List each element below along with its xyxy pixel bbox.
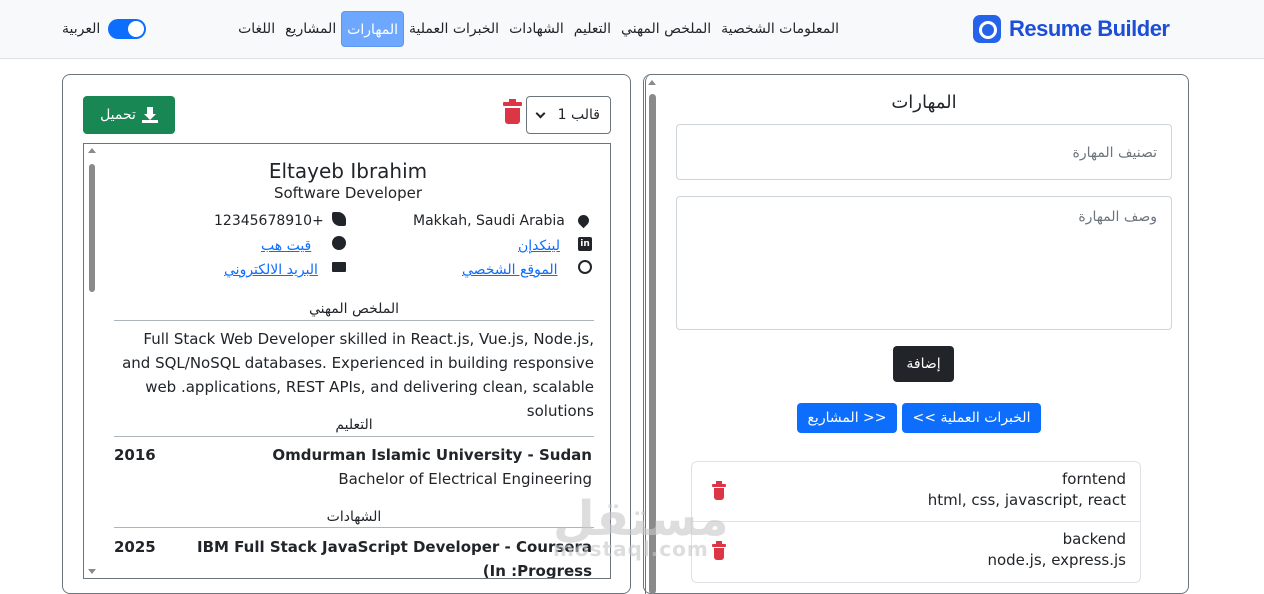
brand-name: Resume Builder [1009,16,1170,41]
resume-document[interactable]: Eltayeb Ibrahim Software Developer Makka… [83,143,611,579]
next-section-button[interactable]: المشاريع >> [797,403,897,433]
nav-projects[interactable]: المشاريع [280,11,341,47]
scroll-up-arrow-icon[interactable] [88,148,96,153]
education-divider [114,436,594,437]
resume-preview-panel: تحميل قالب 1 Eltayeb Ibrahim Software De… [62,74,631,594]
education-section-title: التعليم [335,417,373,433]
nav-languages[interactable]: اللغات [233,11,280,47]
linkedin-icon: in [578,237,592,251]
location-pin-icon [575,212,592,229]
page-scroll-up-icon[interactable] [648,80,656,85]
resume-scrollbar[interactable] [86,148,96,578]
watermark-latin: mostaql.com [553,537,709,561]
resume-email-link[interactable]: البريد الالكتروني [224,262,318,278]
education-degree: Bachelor of Electrical Engineering [338,470,592,488]
skill-desc: node.js, express.js [987,551,1126,569]
skill-name: backend [1062,530,1126,548]
skill-name: forntend [1061,470,1126,488]
language-label: العربية [62,21,101,37]
scroll-down-arrow-icon[interactable] [88,569,96,574]
resume-title: Software Developer [273,184,423,202]
resume-website-link[interactable]: الموقع الشخصي [462,262,558,278]
github-icon [332,236,346,250]
prev-section-button[interactable]: << الخبرات العملية [902,403,1041,433]
skill-item: forntend html, css, javascript, react [692,462,1140,522]
download-button[interactable]: تحميل [83,96,175,134]
template-select-value: قالب 1 [557,107,600,123]
summary-section-title: الملخص المهني [308,301,400,317]
mail-icon [332,262,346,272]
resume-linkedin-link[interactable]: لينكدإن [518,238,560,254]
skill-description-textarea[interactable]: وصف المهارة [676,196,1172,330]
nav-summary[interactable]: الملخص المهني [616,11,716,47]
certifications-section-title: الشهادات [326,509,382,525]
resume-github-link[interactable]: قيت هب [261,238,311,254]
nav-education[interactable]: التعليم [569,11,616,47]
summary-text: Full Stack Web Developer skilled in Reac… [122,330,594,420]
skills-list: forntend html, css, javascript, react ba… [691,461,1141,583]
nav-experience[interactable]: الخبرات العملية [404,11,504,47]
watermark: مستقل mostaql.com [553,495,729,561]
nav-skills[interactable]: المهارات [341,11,405,47]
resume-location: Makkah, Saudi Arabia [413,213,565,229]
globe-icon [578,260,592,274]
resume-name: Eltayeb Ibrahim [268,159,428,183]
resume-phone: 12345678910+ [214,213,324,229]
chevron-down-icon [535,108,546,118]
download-label: تحميل [100,107,136,123]
brand-logo[interactable]: Resume Builder [973,15,1170,43]
nav-personal-info[interactable]: المعلومات الشخصية [716,11,844,47]
download-icon [141,107,158,123]
skill-category-input[interactable]: تصنيف المهارة [676,124,1172,180]
education-school: Omdurman Islamic University - Sudan [272,446,592,464]
phone-icon [332,212,346,226]
certification-name: IBM Full Stack JavaScript Developer - Co… [196,538,592,579]
certifications-divider [114,527,594,528]
language-switch[interactable] [108,19,147,39]
watermark-arabic: مستقل [553,491,729,547]
summary-divider [114,320,594,321]
education-year: 2016 [114,446,156,464]
nav-links: المعلومات الشخصية الملخص المهني التعليم … [233,11,844,47]
language-toggle: العربية [62,19,147,39]
certification-year: 2025 [114,538,156,556]
form-title: المهارات [891,92,957,113]
skill-item: backend node.js, express.js [692,522,1140,582]
brand-icon [973,15,1001,43]
add-skill-button[interactable]: إضافة [893,346,954,382]
template-select[interactable]: قالب 1 [526,96,611,134]
delete-resume-icon[interactable] [503,99,522,124]
skill-desc: html, css, javascript, react [927,491,1126,509]
nav-certifications[interactable]: الشهادات [504,11,569,47]
top-navbar: Resume Builder المعلومات الشخصية الملخص … [0,0,1264,59]
